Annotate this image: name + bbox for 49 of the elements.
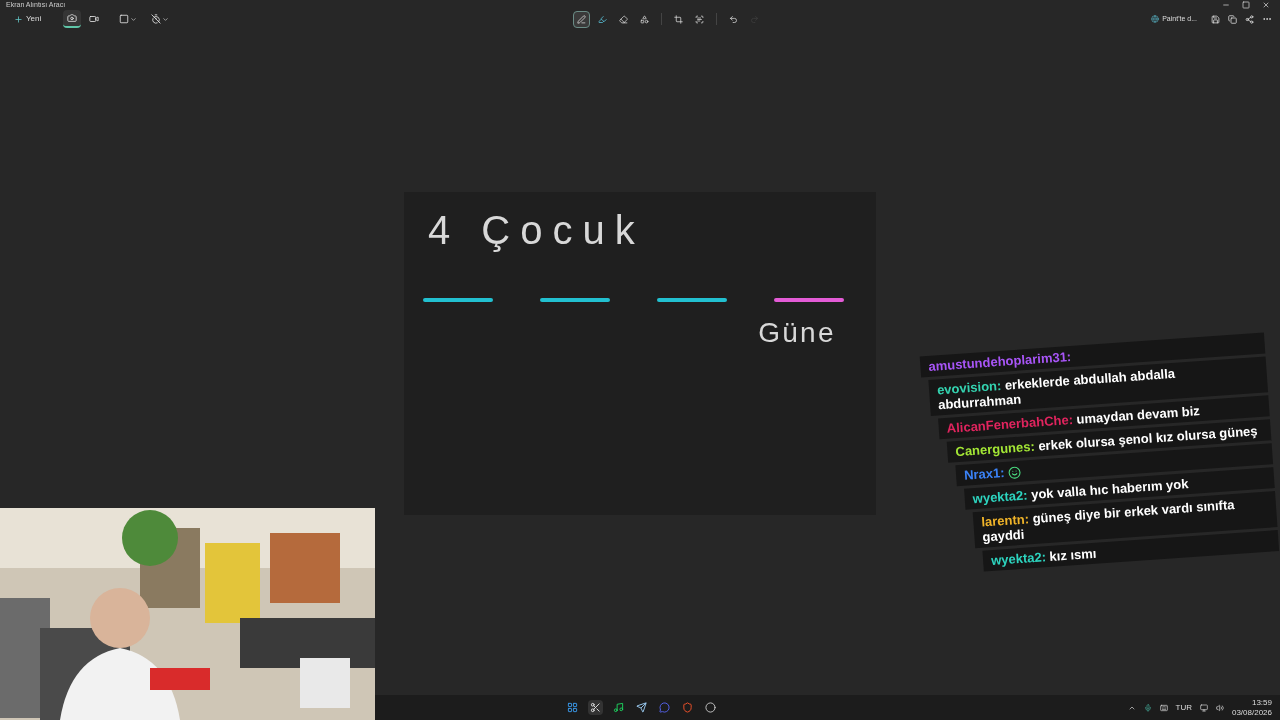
handwritten-heading: 4 Çocuk bbox=[428, 207, 646, 254]
chat-username: amustundehoplarim31: bbox=[927, 349, 1072, 374]
save-icon[interactable] bbox=[1211, 14, 1220, 24]
maximize-icon[interactable] bbox=[1242, 0, 1250, 9]
caret-icon bbox=[130, 15, 138, 23]
emote-icon bbox=[1008, 465, 1022, 480]
chat-username: wyekta2: bbox=[972, 487, 1029, 507]
undo-icon bbox=[729, 14, 739, 24]
keyboard-icon[interactable] bbox=[1159, 703, 1168, 712]
chat-username: Canergunes: bbox=[954, 438, 1036, 460]
pen-icon bbox=[577, 14, 587, 24]
close-icon[interactable] bbox=[1262, 0, 1270, 9]
plus-icon bbox=[14, 14, 23, 24]
tool-button[interactable] bbox=[573, 10, 591, 28]
chat-username: larentn: bbox=[980, 511, 1030, 530]
highlighter-icon bbox=[598, 14, 608, 24]
crop-icon bbox=[674, 14, 684, 24]
mode-tab[interactable] bbox=[63, 10, 82, 28]
camera-icon bbox=[67, 13, 78, 23]
timer-off-icon bbox=[151, 14, 162, 24]
chat-username: AlicanFenerbahChe: bbox=[946, 412, 1074, 436]
caret-icon bbox=[162, 15, 170, 23]
chat-text: kız ısmı bbox=[1048, 545, 1097, 565]
chat-text: yok valla hıc haberım yok bbox=[1029, 476, 1189, 503]
clock-time: 13:59 bbox=[1251, 697, 1272, 708]
chat-username: wyekta2: bbox=[990, 549, 1047, 569]
taskbar-app[interactable] bbox=[565, 700, 580, 715]
video-icon bbox=[89, 14, 100, 24]
shapes-icon bbox=[640, 14, 650, 24]
new-button[interactable]: Yeni bbox=[8, 10, 48, 28]
taskbar-app[interactable] bbox=[611, 700, 626, 715]
globe-icon bbox=[1151, 15, 1160, 23]
handwritten-answer: Güne bbox=[758, 316, 836, 350]
text-scan-icon bbox=[695, 14, 705, 24]
copy-icon[interactable] bbox=[1228, 14, 1237, 24]
monitor-icon[interactable] bbox=[1199, 703, 1208, 712]
chat-username: Nrax1: bbox=[963, 464, 1005, 483]
language-indicator[interactable]: TUR bbox=[1175, 701, 1192, 714]
chat-text: umaydan devam biz bbox=[1075, 403, 1201, 427]
share-icon[interactable] bbox=[1245, 14, 1254, 24]
music-icon bbox=[613, 702, 624, 713]
speaker-icon[interactable] bbox=[1215, 703, 1224, 712]
clock-date: 03/08/2026 bbox=[1231, 707, 1272, 718]
eraser-icon bbox=[619, 14, 629, 24]
microphone-icon[interactable] bbox=[1143, 703, 1152, 712]
taskbar-app[interactable] bbox=[588, 700, 603, 715]
rectangle-icon bbox=[119, 14, 130, 24]
scissors-icon bbox=[590, 702, 601, 713]
windows-icon bbox=[567, 702, 578, 713]
